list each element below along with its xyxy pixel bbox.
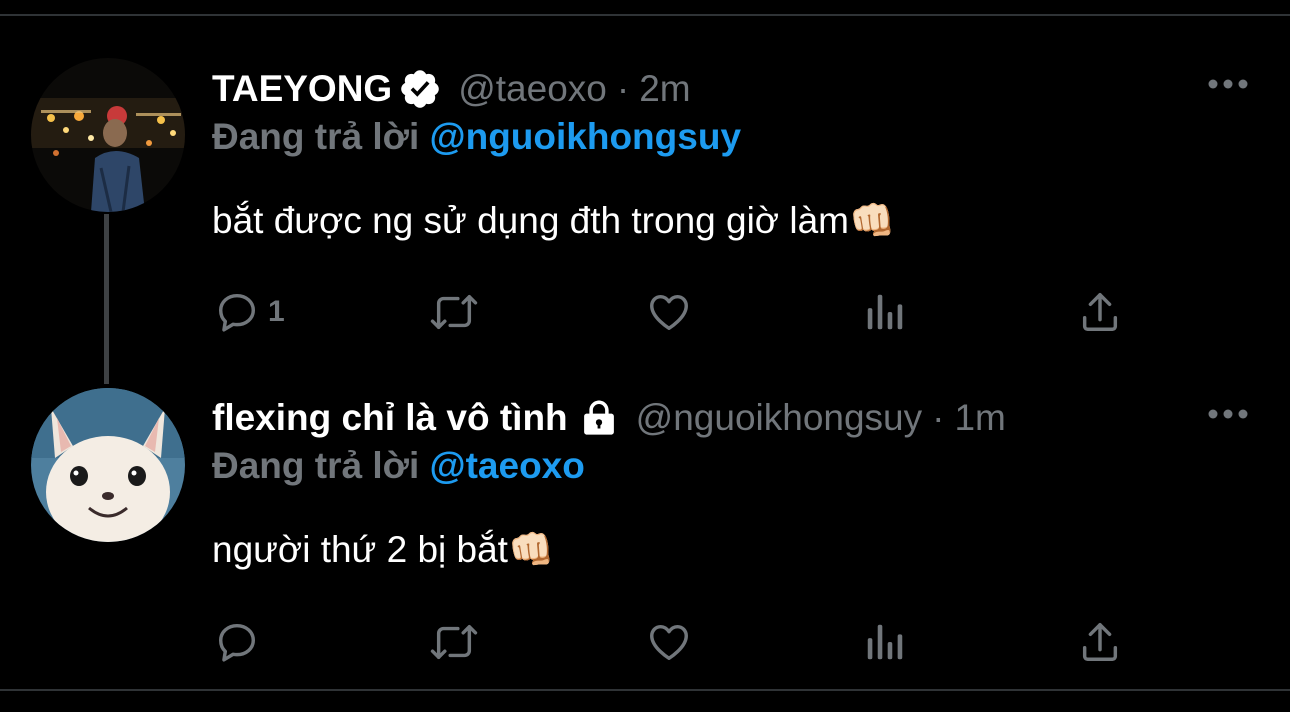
tweet-text: người thứ 2 bị bắt👊🏻	[212, 529, 555, 570]
share-icon	[1082, 623, 1118, 661]
tweet-header: flexing chỉ là vô tình @nguoikhongsuy · …	[212, 393, 1006, 443]
share-icon	[1082, 293, 1118, 331]
like-icon	[650, 294, 688, 331]
dot-separator: ·	[932, 397, 945, 438]
share-button[interactable]	[1077, 618, 1123, 666]
analytics-icon	[867, 624, 903, 660]
replying-to-label: Đang trả lời	[212, 116, 420, 157]
like-button[interactable]	[645, 288, 693, 336]
more-options-icon[interactable]	[1206, 400, 1250, 428]
reply-icon	[218, 623, 256, 662]
display-name[interactable]: TAEYONG	[212, 64, 392, 114]
reply-count: 1	[268, 295, 285, 328]
tweet-header: TAEYONG @taeoxo · 2m	[212, 64, 691, 114]
avatar-taeyong[interactable]	[31, 58, 185, 212]
protected-lock-icon	[578, 397, 620, 439]
tweet-time[interactable]: 1m	[954, 393, 1005, 443]
replying-to: Đang trả lời @nguoikhongsuy	[212, 112, 741, 162]
user-handle[interactable]: @taeoxo	[458, 64, 607, 114]
verified-badge-icon	[398, 67, 442, 111]
analytics-button[interactable]	[862, 618, 908, 666]
reply-button[interactable]	[214, 618, 260, 666]
retweet-icon	[430, 624, 478, 660]
cat-avatar-icon	[31, 388, 185, 542]
tweet-time[interactable]: 2m	[639, 64, 690, 114]
retweet-icon	[430, 294, 478, 330]
replying-to-mention[interactable]: @nguoikhongsuy	[430, 116, 742, 157]
avatar-nguoikhongsuy[interactable]	[31, 388, 185, 542]
reply-icon	[218, 293, 256, 332]
tweet-text: bắt được ng sử dụng đth trong giờ làm👊🏻	[212, 200, 896, 241]
analytics-icon	[867, 294, 903, 330]
retweet-button[interactable]	[428, 288, 480, 336]
display-name[interactable]: flexing chỉ là vô tình	[212, 393, 568, 443]
replying-to-label: Đang trả lời	[212, 445, 420, 486]
dot-separator: ·	[616, 68, 630, 109]
analytics-button[interactable]	[862, 288, 908, 336]
user-handle[interactable]: @nguoikhongsuy	[636, 393, 922, 443]
like-icon	[650, 624, 688, 661]
night-photo-avatar-icon	[31, 58, 185, 212]
bottom-divider	[0, 689, 1290, 691]
top-divider	[0, 14, 1290, 16]
reply-button[interactable]: 1	[214, 288, 285, 336]
retweet-button[interactable]	[428, 618, 480, 666]
like-button[interactable]	[645, 618, 693, 666]
replying-to-mention[interactable]: @taeoxo	[430, 445, 585, 486]
thread-connector-line	[104, 214, 109, 384]
share-button[interactable]	[1077, 288, 1123, 336]
replying-to: Đang trả lời @taeoxo	[212, 441, 585, 491]
more-options-icon[interactable]	[1206, 70, 1250, 98]
